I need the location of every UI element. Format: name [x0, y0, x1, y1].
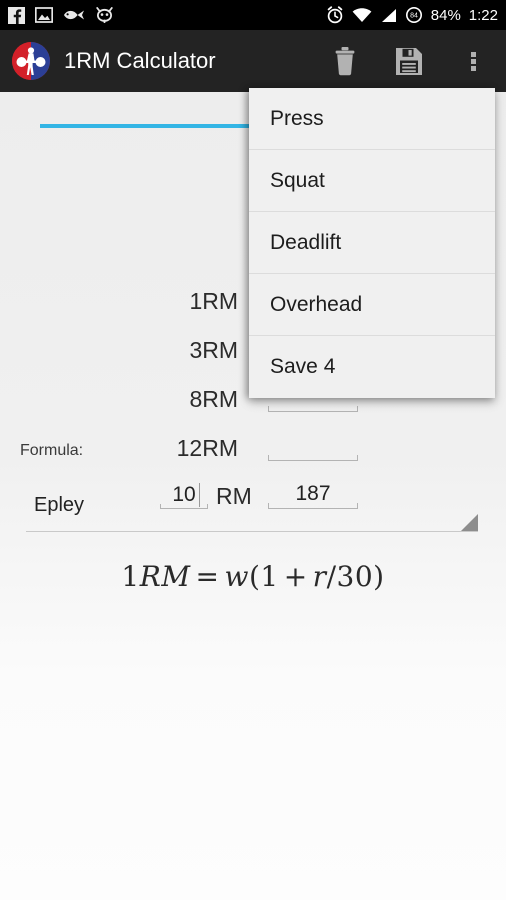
battery-level-text: 84 — [410, 13, 418, 20]
equation-plus: + — [283, 560, 308, 593]
menu-item-squat[interactable]: Squat — [249, 150, 495, 212]
rm-value-underline-12 — [268, 455, 358, 461]
wifi-icon — [352, 7, 372, 23]
formula-spinner-value: Epley — [34, 494, 85, 516]
menu-item-press[interactable]: Press — [249, 88, 495, 150]
menu-item-deadlift[interactable]: Deadlift — [249, 212, 495, 274]
overflow-menu: Press Squat Deadlift Overhead Save 4 — [249, 88, 495, 398]
app-screen: 84 84% 1:22 1RM Calculator 1RM 3RM 8RM 1… — [0, 0, 506, 900]
delete-button[interactable] — [330, 44, 360, 78]
equation-open-paren: ( — [248, 560, 261, 593]
status-bar: 84 84% 1:22 — [0, 0, 506, 30]
status-bar-right-icons: 84 84% 1:22 — [326, 6, 498, 24]
logo-lifter-glyph — [16, 47, 46, 75]
overflow-button[interactable] — [458, 44, 488, 78]
rm-value-field-12[interactable] — [268, 433, 358, 461]
equation-close-paren: ) — [373, 560, 385, 593]
formula-spinner[interactable]: Epley — [26, 488, 478, 538]
rm-label-8: 8RM — [189, 386, 238, 412]
rm-value-underline-8 — [268, 406, 358, 412]
rm-label-3: 3RM — [189, 337, 238, 363]
rm-value-12 — [268, 433, 358, 459]
equation-slash: / — [326, 560, 337, 593]
app-logo-icon — [12, 42, 50, 80]
save-button[interactable] — [394, 44, 424, 78]
clock-text: 1:22 — [468, 6, 498, 24]
spinner-underline — [26, 531, 478, 532]
formula-label: Formula: — [20, 442, 84, 459]
status-bar-left-icons — [8, 6, 114, 24]
facebook-icon — [8, 6, 25, 24]
formula-equation: 1RM = w(1 + r/30) — [0, 560, 506, 593]
page-title: 1RM Calculator — [64, 48, 216, 73]
battery-percent-text: 84% — [430, 6, 461, 24]
trash-icon — [335, 47, 355, 76]
cyanogen-cat-icon — [95, 6, 114, 24]
rm-label-12: 12RM — [176, 435, 238, 461]
equation-reps-var: r — [312, 560, 327, 593]
menu-item-overhead[interactable]: Overhead — [249, 274, 495, 336]
action-bar: 1RM Calculator — [0, 30, 506, 92]
alarm-icon — [326, 6, 344, 24]
menu-item-save-4[interactable]: Save 4 — [249, 336, 495, 398]
spinner-dropdown-icon — [461, 514, 478, 531]
fish-icon — [63, 8, 85, 22]
more-vert-icon — [470, 50, 476, 73]
equation-thirty: 30 — [336, 560, 374, 593]
rm-label-1: 1RM — [189, 288, 238, 314]
action-bar-buttons — [330, 44, 492, 78]
equation-lhs-number: 1 — [121, 560, 140, 593]
equation-equals: = — [195, 560, 220, 593]
equation-weight-var: w — [224, 560, 249, 593]
equation-one: 1 — [260, 560, 279, 593]
battery-icon: 84 — [405, 6, 423, 24]
floppy-disk-icon — [396, 47, 422, 75]
equation-lhs-var: RM — [139, 560, 191, 593]
signal-icon — [380, 8, 397, 23]
photo-icon — [35, 7, 53, 23]
